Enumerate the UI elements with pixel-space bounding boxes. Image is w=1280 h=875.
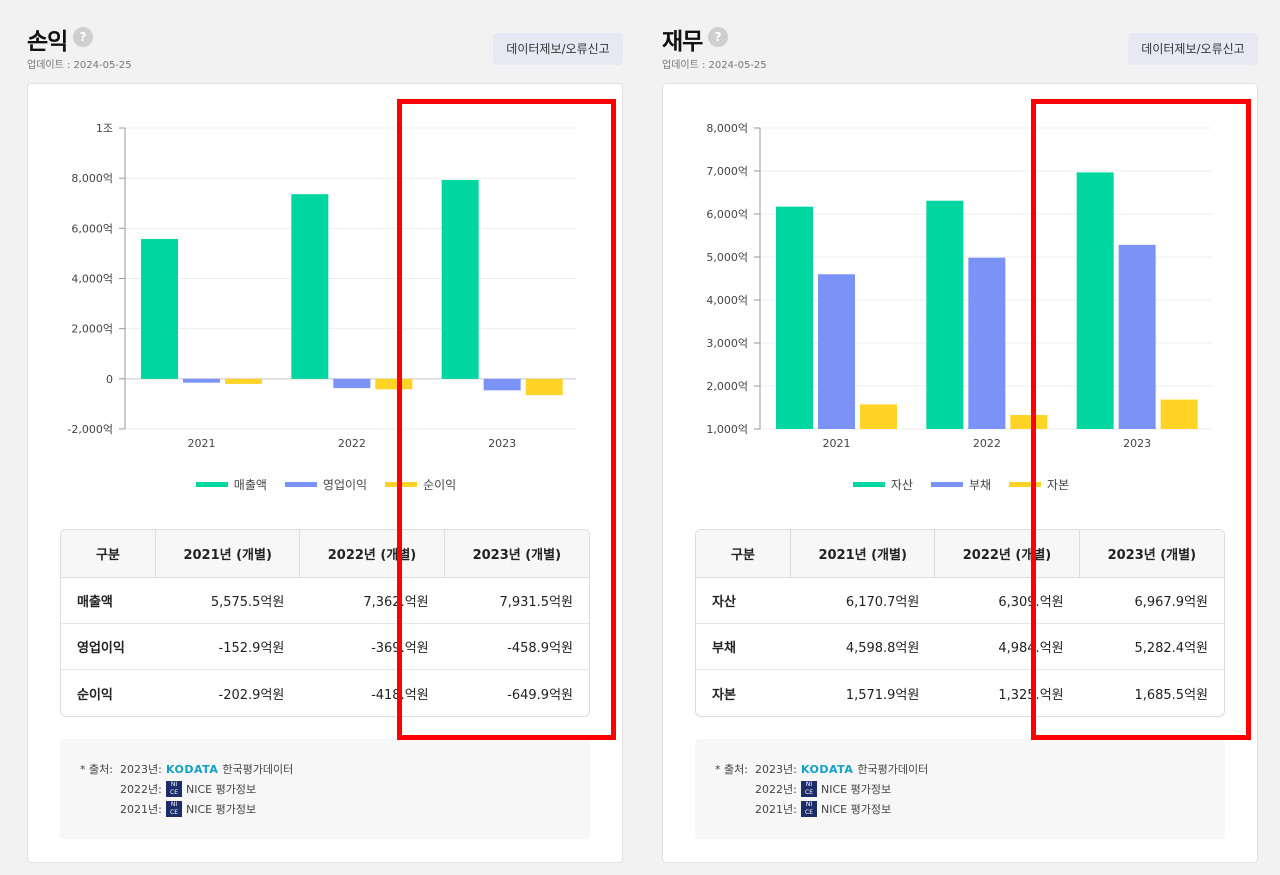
bar[interactable] [818,274,855,429]
update-date: 업데이트 : 2024-05-25 [27,60,132,71]
legend-item[interactable]: 매출액 [195,476,267,493]
nice-logo: NI CE [166,781,182,797]
source-name: NICE 평가정보 [821,803,892,816]
bar[interactable] [776,206,813,429]
table-cell: -202.9억원 [218,687,285,703]
y-tick-label: 2,000억 [706,380,748,393]
table-header: 2021년 (개별) [791,530,936,578]
row-label: 영업이익 [61,624,156,670]
source-year: 2023년: [755,763,797,776]
legend-label: 매출액 [233,478,267,492]
source-name: NICE 평가정보 [186,803,257,816]
help-icon[interactable]: ? [73,27,93,47]
source-year: 2023년: [120,763,162,776]
legend-swatch [284,482,317,487]
legend-label: 부채 [968,478,992,492]
source-label: * 출처: [80,763,113,776]
bar[interactable] [968,257,1006,429]
bar[interactable] [183,378,220,383]
report-error-button[interactable]: 데이터제보/오류신고 [493,33,623,65]
report-error-button[interactable]: 데이터제보/오류신고 [1128,33,1258,65]
bar[interactable] [291,194,329,379]
highlight-box [1031,99,1251,740]
nice-logo: NI CE [166,801,182,817]
legend-item[interactable]: 부채 [930,476,992,493]
y-tick-label: 4,000억 [706,294,748,307]
kodata-logo: KODATA [166,762,219,776]
row-label: 자산 [696,578,791,624]
bar[interactable] [141,238,178,379]
y-tick-label: 6,000억 [706,208,748,221]
source-name: 한국평가데이터 [857,763,929,776]
section-title: 재무 [662,29,703,55]
legend-swatch [195,482,228,487]
update-date: 업데이트 : 2024-05-25 [662,60,767,71]
y-tick-label: 8,000억 [706,122,748,135]
legend-label: 자산 [890,478,913,492]
table-cell: 1,571.9억원 [845,687,920,703]
table-header: 구분 [696,530,791,578]
source-year: 2021년: [755,803,797,816]
x-tick-label: 2021 [823,437,851,450]
table-cell: -152.9억원 [156,624,301,670]
table-cell: 4,598.8억원 [791,624,936,670]
source-year: 2022년: [755,783,797,796]
source-name: NICE 평가정보 [821,783,892,796]
y-tick-label: 0 [106,373,113,386]
legend-label: 영업이익 [322,478,368,492]
bar[interactable] [225,378,262,384]
table-cell: 6,170.7억원 [791,578,936,624]
table-header: 구분 [61,530,156,578]
source-name: 한국평가데이터 [222,763,294,776]
x-tick-label: 2022 [973,437,1001,450]
highlight-box [397,99,616,740]
nice-logo: NI CE [801,781,817,797]
legend-item[interactable]: 자산 [852,476,913,493]
y-tick-label: 5,000억 [706,251,748,264]
x-tick-label: 2021 [188,437,216,450]
table-header: 2021년 (개별) [156,530,301,578]
source-year: 2021년: [120,803,162,816]
y-tick-label: 1조 [96,122,113,135]
row-label: 매출액 [61,578,156,624]
y-tick-label: 2,000억 [71,323,113,336]
y-tick-label: 6,000억 [71,222,113,235]
kodata-logo: KODATA [801,762,854,776]
y-tick-label: 3,000억 [706,337,748,350]
nice-logo: NI CE [801,801,817,817]
source-name: NICE 평가정보 [186,783,257,796]
legend-swatch [930,482,963,487]
source-box: * 출처: 2023년: KODATA 한국평가데이터 2022년: NI CE NICE … [695,739,1225,839]
row-label: 순이익 [77,687,113,703]
source-label: * 출처: [715,763,748,776]
legend-item[interactable]: 영업이익 [284,476,368,493]
row-label: 부채 [696,624,791,670]
bar[interactable] [926,200,964,429]
y-tick-label: 7,000억 [706,165,748,178]
y-tick-label: 8,000억 [71,172,113,185]
help-icon[interactable]: ? [708,27,728,47]
table-cell: 5,575.5억원 [156,578,301,624]
x-tick-label: 2022 [338,437,366,450]
bar[interactable] [860,404,897,429]
y-tick-label: 4,000억 [71,273,113,286]
row-label: 자본 [712,687,736,703]
legend-swatch [852,482,885,487]
y-tick-label: 1,000억 [706,423,748,436]
y-tick-label: -2,000억 [67,423,113,436]
section-title: 손익 [27,29,68,55]
source-year: 2022년: [120,783,162,796]
source-box: * 출처: 2023년: KODATA 한국평가데이터 2022년: NI CE NICE … [60,739,590,839]
bar[interactable] [333,378,371,389]
